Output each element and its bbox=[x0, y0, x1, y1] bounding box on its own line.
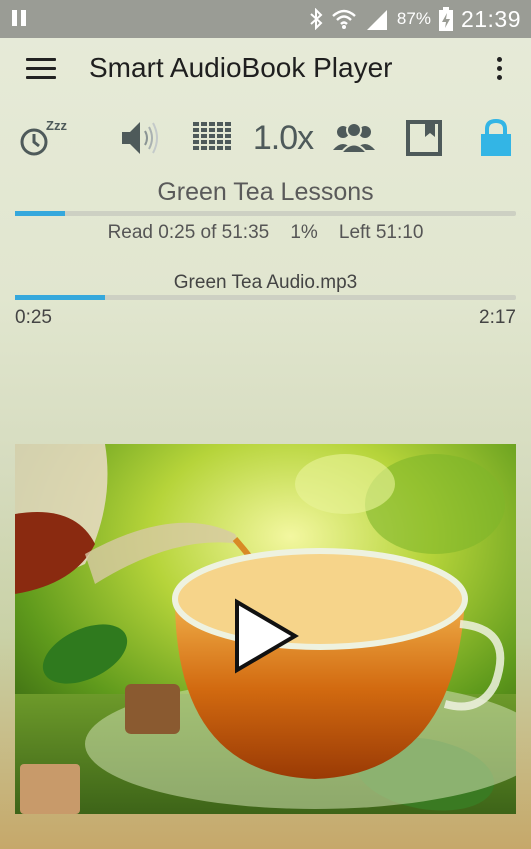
book-title: Green Tea Lessons bbox=[157, 178, 374, 206]
book-progress-bar[interactable] bbox=[15, 211, 516, 216]
clock: 21:39 bbox=[460, 5, 521, 32]
file-progress-fill bbox=[15, 295, 105, 300]
current-time: 0:25 bbox=[15, 307, 52, 328]
bookmark-button[interactable] bbox=[402, 116, 446, 160]
file-name: Green Tea Audio.mp3 bbox=[173, 272, 358, 293]
book-stats: Read 0:25 of 51:35 1% Left 51:10 bbox=[107, 222, 424, 243]
characters-icon bbox=[333, 122, 375, 154]
playback-speed-button[interactable]: 1.0x bbox=[250, 116, 316, 160]
signal-icon bbox=[366, 10, 387, 30]
wifi-icon bbox=[332, 9, 356, 29]
app-title: Smart AudioBook Player bbox=[89, 52, 393, 83]
book-progress-fill bbox=[15, 211, 65, 216]
pause-icon bbox=[12, 10, 26, 26]
file-seek-bar[interactable] bbox=[15, 295, 516, 300]
sleep-timer-button[interactable]: Zzz bbox=[18, 116, 74, 160]
svg-text:Zzz: Zzz bbox=[46, 118, 67, 133]
hamburger-menu-icon[interactable] bbox=[26, 58, 56, 84]
lock-icon bbox=[481, 118, 511, 156]
cover-art[interactable] bbox=[15, 444, 516, 814]
bluetooth-icon bbox=[310, 8, 323, 30]
more-vertical-icon[interactable] bbox=[495, 57, 503, 85]
play-icon[interactable] bbox=[233, 598, 299, 674]
player-toolbar: Zzz 1.0x bbox=[0, 110, 531, 166]
characters-button[interactable] bbox=[330, 116, 378, 160]
status-icons: 87% 21:39 bbox=[309, 4, 521, 34]
speed-label: 1.0x bbox=[252, 118, 314, 157]
volume-icon bbox=[122, 122, 158, 154]
battery-percent: 87% bbox=[396, 9, 431, 28]
app-bar: Smart AudioBook Player bbox=[0, 38, 531, 104]
equalizer-button[interactable] bbox=[190, 116, 236, 160]
battery-charging-icon bbox=[438, 7, 453, 31]
volume-button[interactable] bbox=[118, 116, 164, 160]
equalizer-icon bbox=[193, 122, 231, 150]
duration: 2:17 bbox=[479, 307, 516, 328]
sleep-timer-icon: Zzz bbox=[20, 118, 67, 156]
lock-button[interactable] bbox=[474, 116, 518, 160]
bookmark-icon bbox=[406, 120, 442, 156]
status-bar: 87% 21:39 bbox=[0, 0, 531, 38]
